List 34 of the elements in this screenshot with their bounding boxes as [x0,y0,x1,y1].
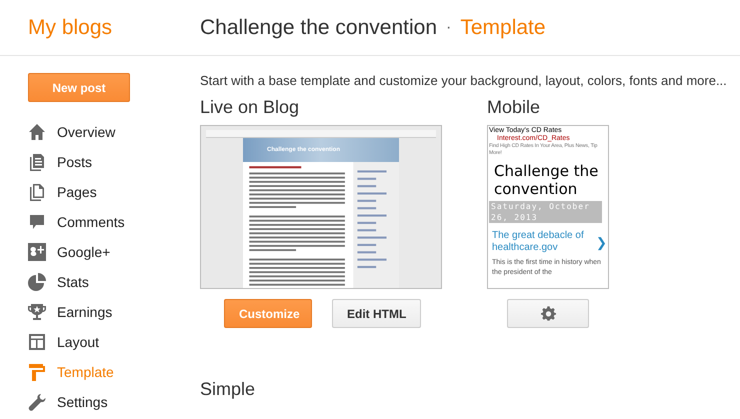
home-icon [28,123,46,141]
sidebar-item[interactable]: Overview [28,117,138,147]
next-arrow[interactable]: ❯ [596,234,607,250]
sidebar-item[interactable]: Earnings [28,297,138,327]
document-stack-icon [28,153,46,171]
sidebar-item[interactable]: Pages [28,177,138,207]
intro-text: Start with a base template and customize your background, layout, colors, fonts and more... [200,73,728,90]
speech-bubble-icon [28,213,46,231]
sidebar-item[interactable]: Settings [28,387,138,417]
pages-icon [28,183,46,201]
wrench-icon [28,393,46,411]
pie-chart-icon [28,273,46,291]
sidebar-item[interactable]: Comments [28,207,138,237]
mobile-blog-title: Challenge the convention [494,162,600,198]
section-heading: Mobile [487,96,542,119]
trophy-icon [28,303,46,321]
sidebar-item[interactable]: Stats [28,267,138,297]
sidebar-item[interactable]: Google+ [28,237,138,267]
layout-icon [28,333,46,351]
paint-roller-icon [28,363,46,381]
post-title-link[interactable]: The great debacle of healthcare.gov [492,230,592,254]
section-heading: Simple [200,378,256,401]
blog-title: Challenge the convention [200,16,438,40]
sidebar-item[interactable]: Layout [28,327,138,357]
edit-html-button[interactable]: Edit HTML [332,299,422,328]
settings-button[interactable] [507,299,589,328]
settings-icon [540,306,556,321]
google-plus-icon [28,243,46,261]
separator-dot: · [446,18,452,36]
mobile-preview[interactable] [487,125,609,289]
page-title: Template [460,16,546,40]
post-date: Saturday, October 26, 2013 [489,201,602,223]
section-heading: Live on Blog [200,96,300,119]
sidebar-item[interactable]: Posts [28,147,138,177]
